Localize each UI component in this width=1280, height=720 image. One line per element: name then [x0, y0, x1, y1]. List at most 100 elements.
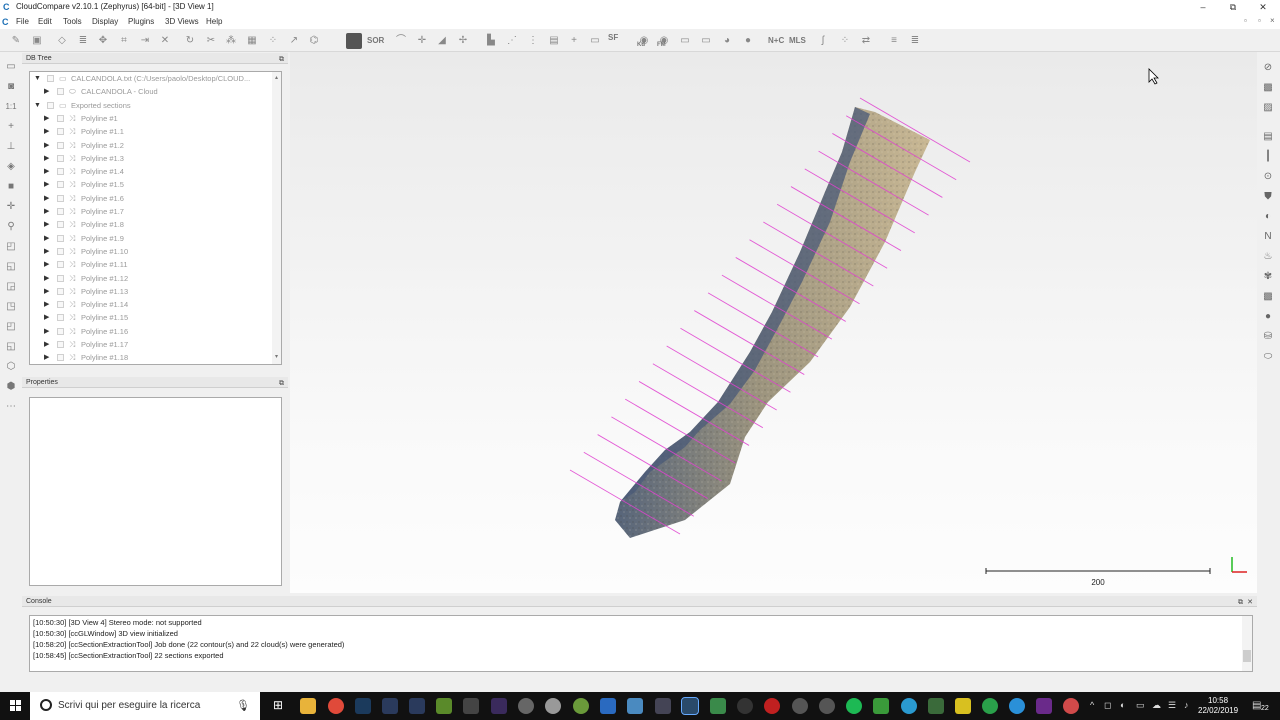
- console-close-icon[interactable]: ✕: [1247, 597, 1253, 608]
- db-tree-item[interactable]: ▶ ⤨ Polyline #1.5: [44, 178, 274, 191]
- autocad-icon[interactable]: [600, 698, 616, 714]
- console-log[interactable]: [10:50:30] [3D View 4] Stereo mode: not …: [29, 615, 1253, 672]
- console-scrollbar[interactable]: [1242, 616, 1252, 671]
- spotify-icon[interactable]: [846, 698, 862, 714]
- nc-button[interactable]: N+C: [768, 36, 784, 45]
- db-tree-item[interactable]: ▼ ▭ Exported sections: [34, 99, 264, 112]
- texture-icon[interactable]: ▩: [1261, 290, 1275, 304]
- expand-right-icon[interactable]: ▶: [44, 232, 49, 245]
- box-icon[interactable]: ▭: [698, 33, 714, 49]
- taskbar-search[interactable]: Scrivi qui per eseguire la ricerca 🎙: [30, 692, 260, 720]
- lightroom-classic-icon[interactable]: [409, 698, 425, 714]
- app-gear-icon[interactable]: [819, 698, 835, 714]
- cube-icon[interactable]: ■: [4, 180, 18, 194]
- crop-icon[interactable]: ⌗: [116, 33, 132, 49]
- film-icon[interactable]: ▤: [1261, 130, 1275, 144]
- menu-edit[interactable]: Edit: [38, 17, 52, 26]
- db-tree-item[interactable]: ▶ ⤨ Polyline #1.9: [44, 232, 274, 245]
- cylinder-icon[interactable]: ⛁: [1261, 330, 1275, 344]
- pivot-icon[interactable]: ◈: [4, 160, 18, 174]
- scale-icon[interactable]: 1:1: [4, 100, 18, 114]
- expand-right-icon[interactable]: ▶: [44, 85, 49, 98]
- expand-right-icon[interactable]: ▶: [44, 338, 49, 351]
- tree-icon[interactable]: ✾: [1261, 270, 1275, 284]
- network-icon[interactable]: ☰: [1168, 700, 1176, 711]
- davinci-icon[interactable]: [518, 698, 534, 714]
- mdi-restore-button[interactable]: ▫: [1258, 16, 1261, 25]
- microphone-icon[interactable]: 🎙: [236, 699, 250, 712]
- menu-3d-views[interactable]: 3D Views: [165, 17, 199, 26]
- expand-right-icon[interactable]: ▶: [44, 245, 49, 258]
- expand-right-icon[interactable]: ▶: [44, 165, 49, 178]
- visibility-checkbox[interactable]: [57, 221, 64, 229]
- db-tree-item[interactable]: ▶ ⤨ Polyline #1.14: [44, 298, 274, 311]
- more-icon[interactable]: ⋯: [4, 400, 18, 414]
- visibility-checkbox[interactable]: [57, 114, 64, 122]
- visibility-checkbox[interactable]: [57, 128, 64, 136]
- pick-icon[interactable]: ✢: [455, 33, 471, 49]
- app-tree-icon[interactable]: [873, 698, 889, 714]
- point-cloud[interactable]: [615, 107, 930, 538]
- view-front-icon[interactable]: ◱: [4, 260, 18, 274]
- expand-right-icon[interactable]: ▶: [44, 152, 49, 165]
- skype-icon[interactable]: [1009, 698, 1025, 714]
- app-solid-icon[interactable]: [655, 698, 671, 714]
- visibility-checkbox[interactable]: [57, 154, 64, 162]
- visibility-checkbox[interactable]: [57, 194, 64, 202]
- filter-icon[interactable]: ⇄: [858, 33, 874, 49]
- move-view-icon[interactable]: ✛: [4, 200, 18, 214]
- expand-right-icon[interactable]: ▶: [44, 178, 49, 191]
- normals-icon[interactable]: ⌒: [393, 33, 409, 49]
- camera-icon[interactable]: ◙: [4, 80, 18, 94]
- point-cloud-render[interactable]: 200: [290, 52, 1257, 593]
- tray-app3-icon[interactable]: ▭: [1136, 700, 1145, 711]
- visibility-checkbox[interactable]: [57, 208, 64, 215]
- expand-down-icon[interactable]: ▼: [34, 99, 41, 112]
- add-sf-icon[interactable]: +: [566, 33, 582, 49]
- tray-app4-icon[interactable]: ☁: [1152, 700, 1161, 711]
- segment-icon[interactable]: ✂: [203, 33, 219, 49]
- sf-button[interactable]: SF: [608, 33, 618, 42]
- shield-icon[interactable]: ⛊: [1261, 190, 1275, 204]
- chrome-icon[interactable]: [328, 698, 344, 714]
- taskbar-clock[interactable]: 10:58 22/02/2019: [1198, 696, 1238, 716]
- light-icon[interactable]: ┃: [1261, 150, 1275, 164]
- visibility-checkbox[interactable]: [57, 287, 64, 295]
- menu-plugins[interactable]: Plugins: [128, 17, 154, 26]
- db-tree-scrollbar[interactable]: ▴ ▾: [272, 72, 281, 364]
- app-c-icon[interactable]: [792, 698, 808, 714]
- db-tree-item[interactable]: ▶ ⤨ Polyline #1.10: [44, 245, 274, 258]
- mdi-minimize-button[interactable]: ▫: [1244, 16, 1247, 25]
- db-tree-item[interactable]: ▶ ⤨ Polyline #1.17: [44, 338, 274, 351]
- translate-icon[interactable]: ✥: [95, 33, 111, 49]
- compare-icon[interactable]: ⌬: [306, 33, 322, 49]
- db-tree-item[interactable]: ▶ ⬭ CALCANDOLA - Cloud: [44, 85, 274, 98]
- iso-back-icon[interactable]: ⬢: [4, 380, 18, 394]
- view-top-icon[interactable]: ◰: [4, 240, 18, 254]
- windows-start-icon[interactable]: [10, 700, 22, 712]
- db-tree-item[interactable]: ▶ ⤨ Polyline #1.6: [44, 192, 274, 205]
- expand-right-icon[interactable]: ▶: [44, 112, 49, 125]
- fit-icon[interactable]: ↗: [286, 33, 302, 49]
- db-tree-item[interactable]: ▶ ⤨ Polyline #1.4: [44, 165, 274, 178]
- app-red-circle-icon[interactable]: [1063, 698, 1079, 714]
- expand-right-icon[interactable]: ▶: [44, 272, 49, 285]
- expand-right-icon[interactable]: ▶: [44, 139, 49, 152]
- cloud-layers-icon[interactable]: ≣: [907, 33, 923, 49]
- delete-icon[interactable]: ✕: [157, 33, 173, 49]
- clone-icon[interactable]: ◇: [54, 33, 70, 49]
- view-back-icon[interactable]: ◳: [4, 300, 18, 314]
- sphere-icon[interactable]: ●: [740, 33, 756, 49]
- minimize-button[interactable]: –: [1188, 0, 1218, 15]
- shade-icon[interactable]: ◕: [719, 33, 735, 49]
- db-tree-item[interactable]: ▶ ⤨ Polyline #1.12: [44, 272, 274, 285]
- expand-right-icon[interactable]: ▶: [44, 298, 49, 311]
- console-undock-icon[interactable]: ⧉: [1238, 597, 1243, 608]
- move-icon[interactable]: ✛: [414, 33, 430, 49]
- mls-button[interactable]: MLS: [789, 36, 806, 45]
- sf-list-icon[interactable]: ⋮: [525, 33, 541, 49]
- db-tree-item[interactable]: ▶ ⤨ Polyline #1.16: [44, 325, 274, 338]
- 3d-view[interactable]: 200: [290, 52, 1257, 593]
- half-sphere-icon[interactable]: ◐: [1261, 210, 1275, 224]
- sf-grid-icon[interactable]: ▤: [546, 33, 562, 49]
